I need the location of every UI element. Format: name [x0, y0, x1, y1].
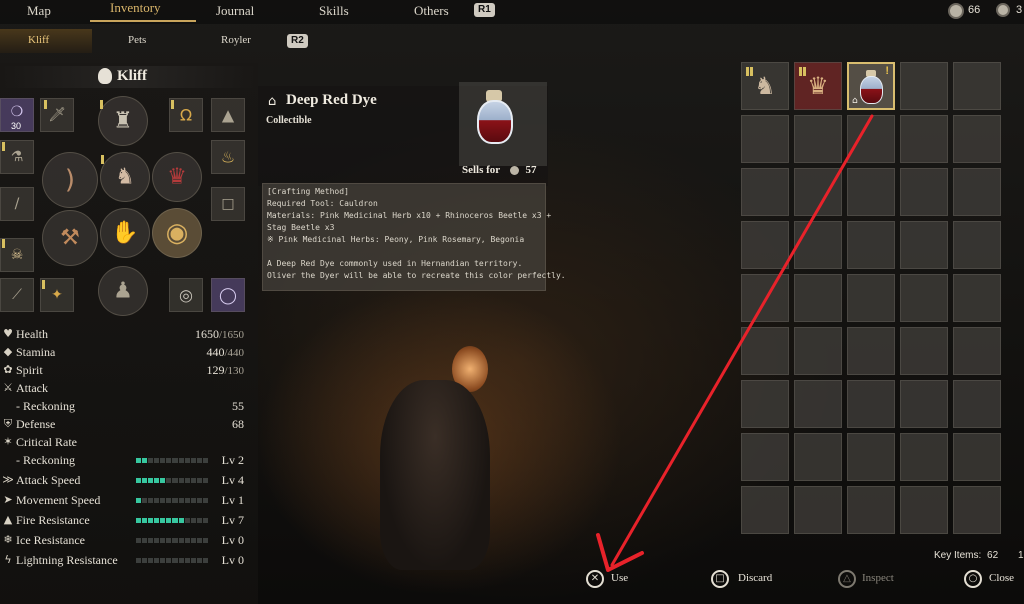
- annotation-arrow: [596, 114, 874, 572]
- key-items-count: Key Items: 62: [934, 550, 998, 561]
- key-items-label: Key Items:: [934, 550, 982, 561]
- arrow-line: [610, 114, 874, 567]
- key-items-value: 62: [987, 550, 999, 561]
- triangle-button-icon: △: [838, 570, 856, 588]
- use-action[interactable]: Use: [611, 572, 628, 584]
- cross-button-icon: ✕: [586, 570, 604, 588]
- circle-button-icon: ○: [964, 570, 982, 588]
- close-action[interactable]: Close: [989, 572, 1014, 584]
- discard-action[interactable]: Discard: [738, 572, 772, 584]
- inspect-action[interactable]: Inspect: [862, 572, 894, 584]
- key-items-cut-value: 1: [1018, 550, 1024, 561]
- square-button-icon: □: [711, 570, 729, 588]
